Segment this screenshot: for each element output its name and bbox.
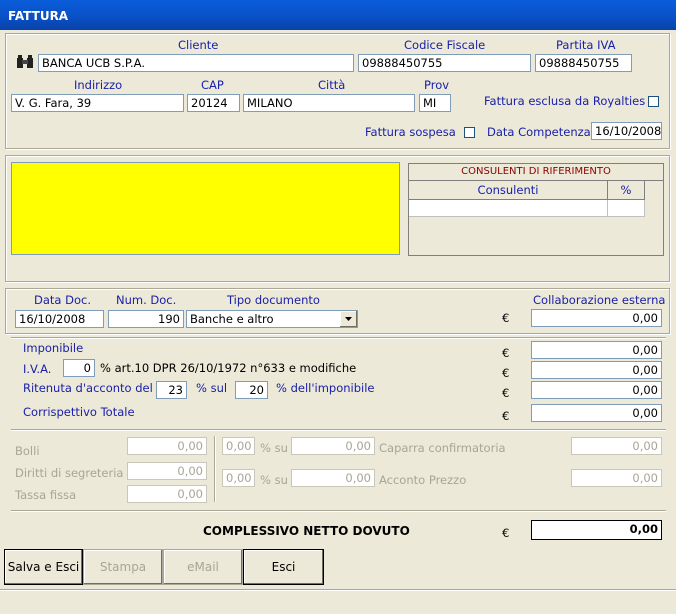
indirizzo-label: Indirizzo	[74, 78, 123, 92]
caparra-label: Caparra confirmatoria	[379, 441, 506, 455]
cliente-label: Cliente	[178, 38, 219, 52]
competenza-field[interactable]: 16/10/2008	[591, 122, 662, 140]
partita-iva-field[interactable]: 09888450755	[535, 54, 632, 72]
euro-sign: €	[502, 311, 510, 325]
iva-text: % art.10 DPR 26/10/1972 n°633 e modifich…	[100, 361, 357, 375]
imponibile-label: Imponibile	[23, 341, 84, 355]
royalties-checkbox[interactable]	[648, 96, 659, 107]
iva-field[interactable]: 0,00	[531, 361, 662, 379]
corrispettivo-field[interactable]: 0,00	[531, 404, 662, 422]
acconto-field[interactable]: 0,00	[571, 469, 662, 487]
imponibile-field[interactable]: 0,00	[531, 341, 662, 359]
indirizzo-field[interactable]: V. G. Fara, 39	[11, 94, 184, 112]
caparra-pct-field[interactable]: 0,00	[222, 437, 255, 455]
codice-fiscale-label: Codice Fiscale	[404, 38, 486, 52]
totale-field[interactable]: 0,00	[531, 520, 662, 540]
diritti-field[interactable]: 0,00	[127, 462, 207, 480]
collab-field[interactable]: 0,00	[531, 309, 662, 327]
ritenuta-field[interactable]: 0,00	[531, 381, 662, 399]
consultants-header: CONSULENTI DI RIFERIMENTO	[409, 164, 663, 181]
acconto-label: Acconto Prezzo	[379, 473, 467, 487]
tassa-label: Tassa fissa	[15, 488, 77, 502]
esci-button[interactable]: Esci	[243, 549, 324, 585]
salva-esci-button[interactable]: Salva e Esci	[4, 549, 83, 585]
euro-sign: €	[502, 386, 510, 400]
sospesa-label: Fattura sospesa	[365, 125, 456, 139]
totale-label: COMPLESSIVO NETTO DOVUTO	[203, 524, 410, 538]
consultants-row-name[interactable]	[409, 200, 608, 217]
data-doc-label: Data Doc.	[34, 293, 91, 307]
prov-label: Prov	[424, 78, 450, 92]
divider	[214, 436, 216, 502]
iva-pct-field[interactable]: 0	[63, 359, 95, 377]
euro-sign: €	[502, 346, 510, 360]
partita-iva-label: Partita IVA	[556, 38, 616, 52]
acconto-base-field[interactable]: 0,00	[291, 469, 375, 487]
divider	[11, 510, 666, 512]
citta-label: Città	[318, 78, 346, 92]
diritti-label: Diritti di segreteria	[15, 466, 124, 480]
dellimponibile-label: % dell'imponibile	[276, 381, 375, 395]
notes-area[interactable]	[11, 162, 400, 255]
caparra-field[interactable]: 0,00	[571, 437, 662, 455]
euro-sign: €	[502, 526, 510, 540]
caparra-su-label: % su	[260, 441, 288, 455]
citta-field[interactable]: MILANO	[243, 94, 415, 112]
email-button[interactable]: eMail	[163, 549, 243, 585]
num-doc-label: Num. Doc.	[116, 293, 177, 307]
ritenuta-label: Ritenuta d'acconto del	[23, 381, 153, 395]
data-doc-field[interactable]: 16/10/2008	[15, 310, 104, 328]
tipo-doc-value: Banche e altro	[190, 312, 274, 326]
prov-field[interactable]: MI	[419, 94, 451, 112]
cap-field[interactable]: 20124	[187, 94, 240, 112]
collab-label: Collaborazione esterna	[533, 293, 666, 307]
chevron-down-icon[interactable]	[340, 311, 357, 327]
codice-fiscale-field[interactable]: 09888450755	[358, 54, 531, 72]
sul-label: % sul	[196, 381, 228, 395]
corrispettivo-label: Corrispettivo Totale	[23, 405, 135, 419]
tipo-doc-select[interactable]: Banche e altro	[186, 310, 358, 328]
title-bar: FATTURA	[0, 0, 676, 30]
tipo-doc-label: Tipo documento	[227, 293, 320, 307]
ritenuta-base-field[interactable]: 20	[235, 381, 268, 399]
status-divider	[0, 589, 676, 591]
sospesa-checkbox[interactable]	[464, 127, 475, 138]
competenza-label: Data Competenza	[487, 125, 591, 139]
consultants-row-pct[interactable]	[608, 200, 645, 217]
iva-label: I.V.A.	[23, 362, 52, 376]
binoculars-icon[interactable]	[16, 55, 36, 71]
bolli-field[interactable]: 0,00	[127, 437, 207, 455]
euro-sign: €	[502, 366, 510, 380]
euro-sign: €	[502, 409, 510, 423]
consultants-table: CONSULENTI DI RIFERIMENTO Consulenti %	[408, 163, 664, 256]
window-title: FATTURA	[8, 9, 69, 23]
acconto-su-label: % su	[260, 473, 288, 487]
caparra-base-field[interactable]: 0,00	[291, 437, 375, 455]
bolli-label: Bolli	[15, 444, 40, 458]
consultants-col-name[interactable]: Consulenti	[409, 181, 608, 200]
num-doc-field[interactable]: 190	[108, 310, 184, 328]
consultants-col-pct[interactable]: %	[608, 181, 645, 200]
royalties-label: Fattura esclusa da Royalties	[484, 94, 646, 108]
tassa-field[interactable]: 0,00	[127, 485, 207, 503]
stampa-button[interactable]: Stampa	[83, 549, 163, 585]
divider	[11, 429, 666, 431]
ritenuta-pct-field[interactable]: 23	[156, 381, 187, 399]
acconto-pct-field[interactable]: 0,00	[222, 469, 255, 487]
cap-label: CAP	[201, 78, 224, 92]
cliente-field[interactable]: BANCA UCB S.P.A.	[38, 54, 354, 72]
divider	[11, 337, 666, 339]
